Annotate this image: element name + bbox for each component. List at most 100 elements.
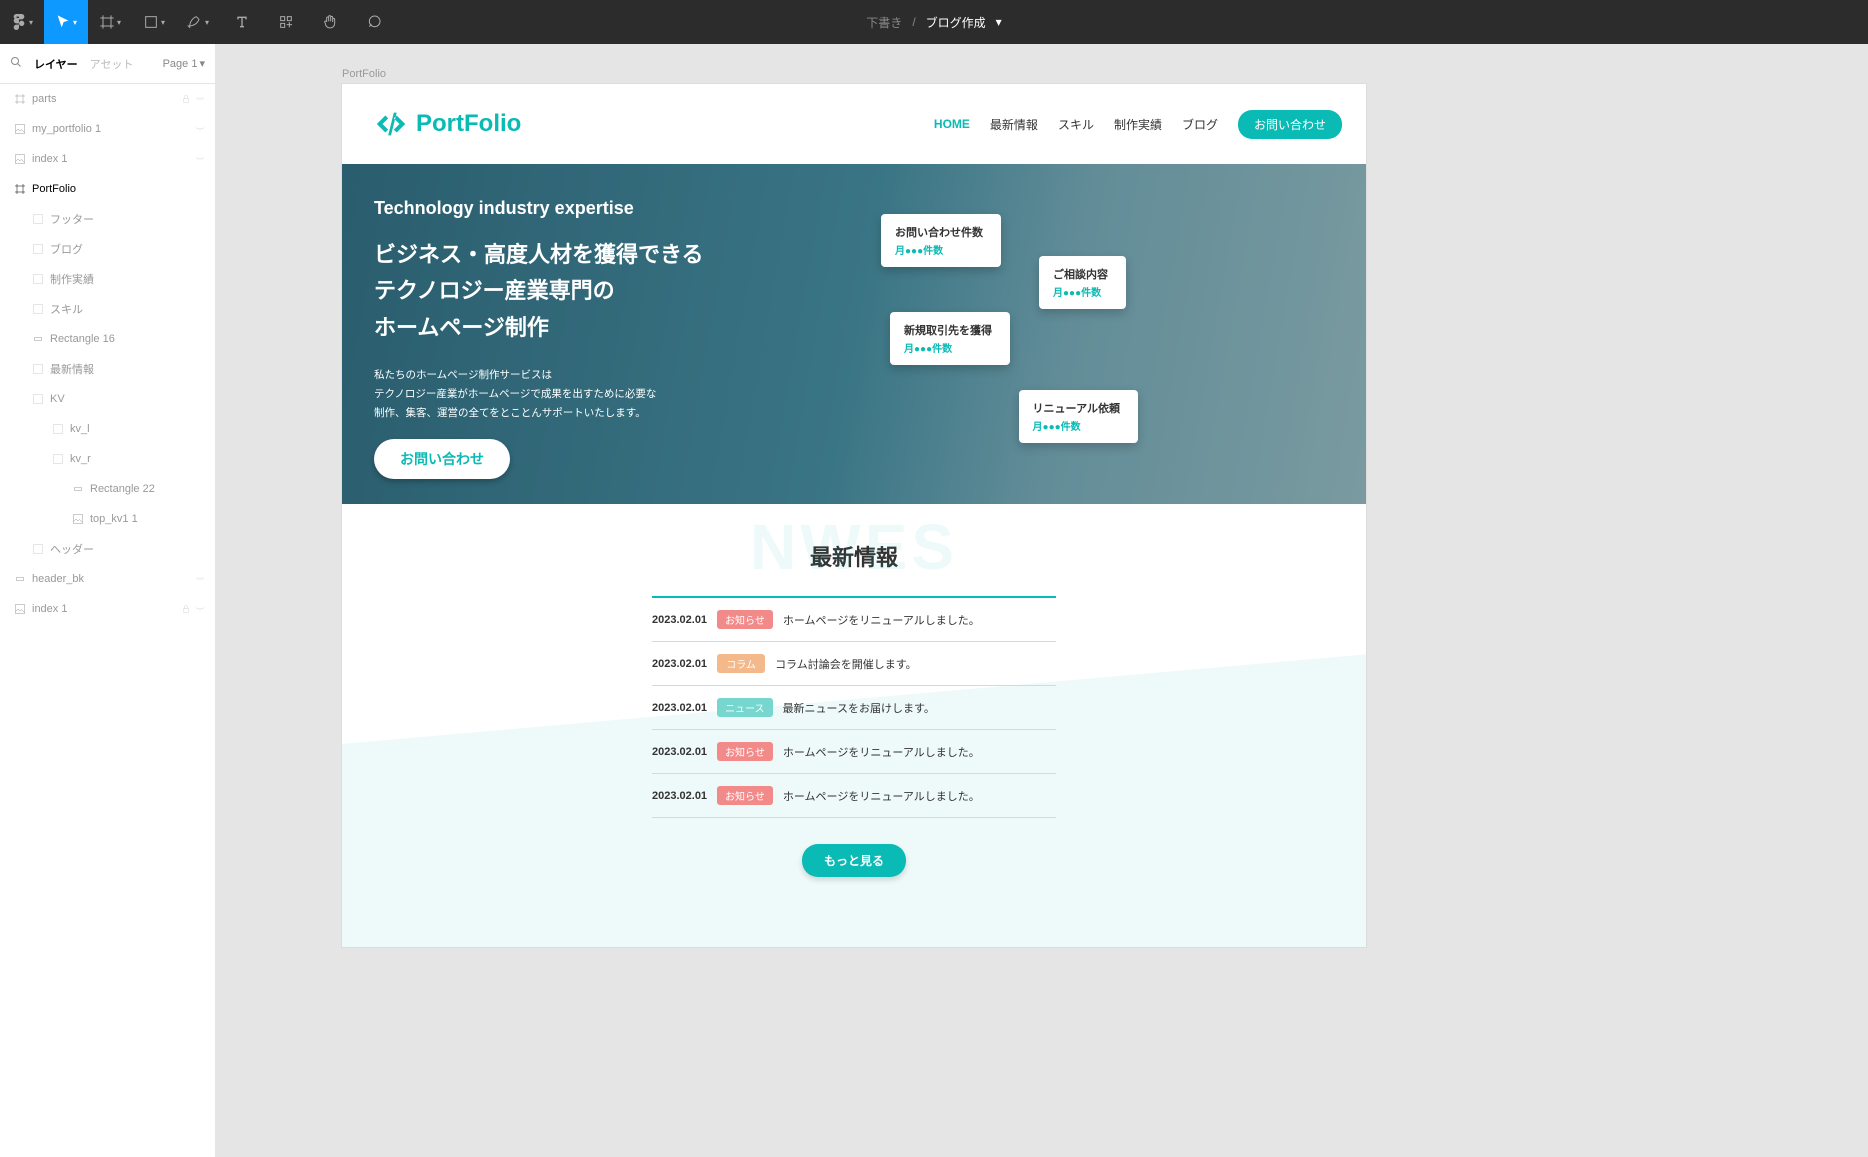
search-icon[interactable]: [10, 56, 22, 71]
site-logo: PortFolio: [374, 107, 521, 141]
resources-tool[interactable]: [264, 0, 308, 44]
breadcrumb-file: ブログ作成: [926, 14, 986, 31]
frame-tool[interactable]: ▾: [88, 0, 132, 44]
layer-row[interactable]: ヘッダー: [0, 534, 215, 564]
layer-name: KV: [50, 393, 65, 405]
frame-portfolio[interactable]: PortFolio HOME 最新情報 スキル 制作実績 ブログ お問い合わせ …: [342, 84, 1366, 947]
layer-name: 制作実績: [50, 271, 94, 287]
hand-icon: [322, 14, 338, 30]
resources-icon: [278, 14, 294, 30]
layer-row[interactable]: header_bk: [0, 564, 215, 594]
kv-cta-button[interactable]: お問い合わせ: [374, 439, 510, 479]
nav-works[interactable]: 制作実績: [1114, 116, 1162, 133]
news-more-button[interactable]: もっと見る: [802, 844, 906, 877]
layer-row[interactable]: kv_l: [0, 414, 215, 444]
layer-row[interactable]: parts: [0, 84, 215, 114]
chevron-down-icon: ▾: [199, 57, 205, 70]
nav-home[interactable]: HOME: [934, 117, 970, 131]
news-text: コラム討論会を開催します。: [775, 656, 917, 672]
layer-name: my_portfolio 1: [32, 123, 101, 135]
layer-row[interactable]: top_kv1 1: [0, 504, 215, 534]
layer-row[interactable]: index 1: [0, 144, 215, 174]
news-row[interactable]: 2023.02.01ニュース最新ニュースをお届けします。: [652, 686, 1056, 730]
app-toolbar: ▾ ▾ ▾ ▾ ▾ 下書き / ブログ作成 ▾: [0, 0, 1868, 44]
news-bg-text: NWES: [750, 510, 958, 584]
code-icon: [374, 107, 408, 141]
layer-row[interactable]: kv_r: [0, 444, 215, 474]
breadcrumb[interactable]: 下書き / ブログ作成 ▾: [866, 14, 1001, 31]
panel-header: レイヤー アセット Page 1 ▾: [0, 44, 215, 84]
layer-name: kv_r: [70, 453, 91, 465]
frame-label[interactable]: PortFolio: [342, 68, 1868, 80]
nav-blog[interactable]: ブログ: [1182, 116, 1218, 133]
news-date: 2023.02.01: [652, 790, 707, 802]
layer-name: 最新情報: [50, 361, 94, 377]
layer-name: top_kv1 1: [90, 513, 138, 525]
breadcrumb-parent: 下書き: [866, 14, 902, 31]
layer-list: parts my_portfolio 1 index 1 PortFolioフッターブ…: [0, 84, 215, 624]
layer-row[interactable]: 最新情報: [0, 354, 215, 384]
layer-name: parts: [32, 93, 56, 105]
layer-row[interactable]: フッター: [0, 204, 215, 234]
layer-row[interactable]: index 1: [0, 594, 215, 624]
news-tag: お知らせ: [717, 610, 773, 629]
pen-icon: [187, 14, 203, 30]
figma-menu[interactable]: ▾: [0, 0, 44, 44]
news-row[interactable]: 2023.02.01コラムコラム討論会を開催します。: [652, 642, 1056, 686]
text-tool[interactable]: [220, 0, 264, 44]
layer-name: Rectangle 16: [50, 333, 115, 345]
nav-news[interactable]: 最新情報: [990, 116, 1038, 133]
layer-row[interactable]: Rectangle 16: [0, 324, 215, 354]
kv-bubble-2: ご相談内容 月●●●件数: [1039, 256, 1126, 309]
layer-row[interactable]: ブログ: [0, 234, 215, 264]
kv-heading: ビジネス・高度人材を獲得できる テクノロジー産業専門の ホームページ制作: [374, 237, 704, 346]
news-text: ホームページをリニューアルしました。: [783, 744, 980, 760]
comment-icon: [366, 14, 382, 30]
layer-name: kv_l: [70, 423, 90, 435]
kv-bubble-3: 新規取引先を獲得 月●●●件数: [890, 312, 1010, 365]
layer-name: ヘッダー: [50, 541, 94, 557]
news-text: ホームページをリニューアルしました。: [783, 788, 980, 804]
news-tag: お知らせ: [717, 742, 773, 761]
layer-name: Rectangle 22: [90, 483, 155, 495]
nav-contact-button[interactable]: お問い合わせ: [1238, 110, 1342, 139]
layer-row[interactable]: my_portfolio 1: [0, 114, 215, 144]
news-date: 2023.02.01: [652, 746, 707, 758]
layer-row[interactable]: Rectangle 22: [0, 474, 215, 504]
kv: Technology industry expertise ビジネス・高度人材を…: [342, 164, 1366, 504]
news-row[interactable]: 2023.02.01 お知らせホームページをリニューアルしました。: [652, 730, 1056, 774]
cursor-icon: [55, 14, 71, 30]
kv-desc: 私たちのホームページ制作サービスは テクノロジー産業がホームページで成果を出すた…: [374, 366, 704, 423]
layer-name: スキル: [50, 301, 83, 317]
chevron-down-icon: ▾: [996, 15, 1002, 29]
kv-tagline: Technology industry expertise: [374, 198, 704, 219]
nav-skill[interactable]: スキル: [1058, 116, 1094, 133]
canvas[interactable]: PortFolio PortFolio HOME 最新情報 スキル 制作実績 ブ…: [216, 44, 1868, 1157]
layer-name: ブログ: [50, 241, 83, 257]
site-nav: HOME 最新情報 スキル 制作実績 ブログ お問い合わせ: [934, 110, 1342, 139]
layer-row[interactable]: 制作実績: [0, 264, 215, 294]
tab-assets[interactable]: アセット: [90, 56, 134, 72]
kv-bubble-1: お問い合わせ件数 月●●●件数: [881, 214, 1001, 267]
layer-row[interactable]: スキル: [0, 294, 215, 324]
layer-name: index 1: [32, 153, 67, 165]
layer-row[interactable]: PortFolio: [0, 174, 215, 204]
hand-tool[interactable]: [308, 0, 352, 44]
news-date: 2023.02.01: [652, 702, 707, 714]
layers-panel: レイヤー アセット Page 1 ▾ parts my_portfolio 1 in…: [0, 44, 216, 1157]
comment-tool[interactable]: [352, 0, 396, 44]
tab-layers[interactable]: レイヤー: [34, 56, 78, 72]
text-icon: [234, 14, 250, 30]
news-list: 2023.02.01お知らせホームページをリニューアルしました。2023.02.…: [652, 596, 1056, 818]
page-selector[interactable]: Page 1 ▾: [163, 57, 205, 70]
move-tool[interactable]: ▾: [44, 0, 88, 44]
layer-row[interactable]: KV: [0, 384, 215, 414]
news-tag: お知らせ: [717, 786, 773, 805]
shape-tool[interactable]: ▾: [132, 0, 176, 44]
news-row[interactable]: 2023.02.01 お知らせホームページをリニューアルしました。: [652, 774, 1056, 818]
news-tag: コラム: [717, 654, 765, 673]
kv-copy: Technology industry expertise ビジネス・高度人材を…: [374, 198, 704, 479]
pen-tool[interactable]: ▾: [176, 0, 220, 44]
news-row[interactable]: 2023.02.01お知らせホームページをリニューアルしました。: [652, 596, 1056, 642]
layer-name: index 1: [32, 603, 67, 615]
